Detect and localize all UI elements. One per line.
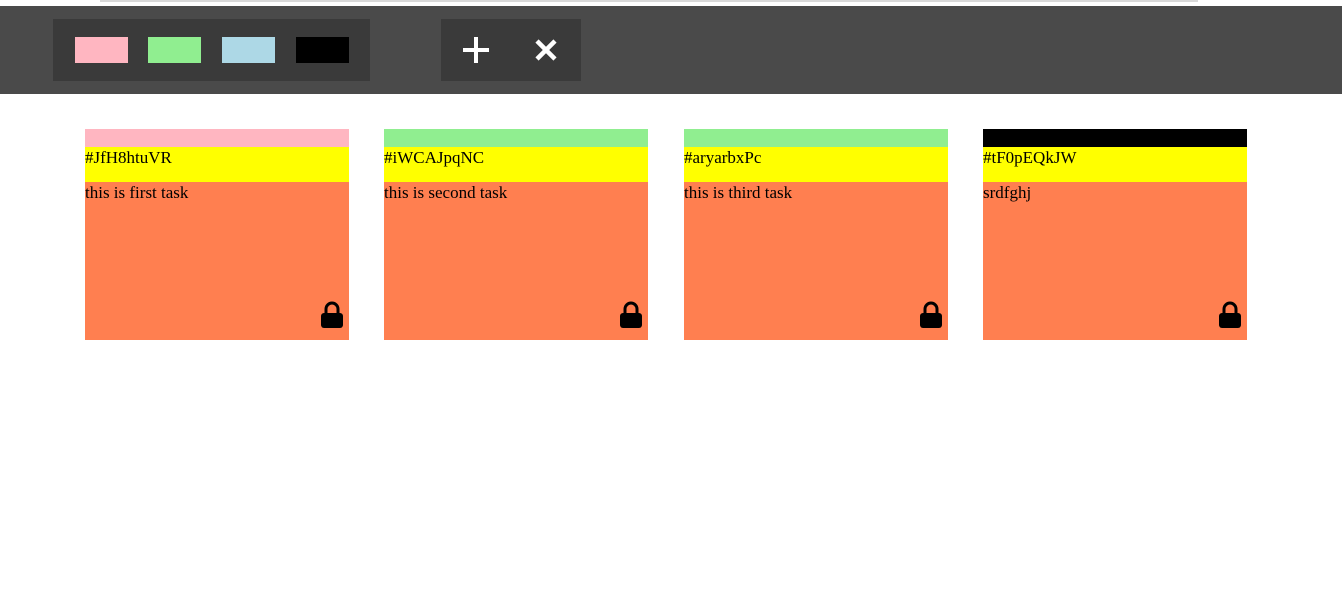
color-swatch-lightgreen[interactable]	[148, 37, 201, 63]
ticket[interactable]: #aryarbxPc this is third task	[684, 129, 948, 340]
top-border-line	[100, 0, 1198, 2]
plus-icon	[463, 37, 489, 63]
color-palette	[53, 19, 370, 81]
close-icon	[535, 39, 557, 61]
ticket-task[interactable]: this is first task	[85, 182, 349, 302]
ticket-task[interactable]: this is third task	[684, 182, 948, 302]
ticket-id: #tF0pEQkJW	[983, 147, 1247, 182]
color-swatch-black[interactable]	[296, 37, 349, 63]
color-swatch-lightblue[interactable]	[222, 37, 275, 63]
add-button[interactable]	[441, 19, 511, 81]
lock-icon[interactable]	[919, 301, 943, 329]
ticket-color-bar[interactable]	[684, 129, 948, 147]
ticket[interactable]: #tF0pEQkJW srdfghj	[983, 129, 1247, 340]
color-swatch-pink[interactable]	[75, 37, 128, 63]
ticket-id: #JfH8htuVR	[85, 147, 349, 182]
lock-icon[interactable]	[320, 301, 344, 329]
ticket-color-bar[interactable]	[983, 129, 1247, 147]
remove-button[interactable]	[511, 19, 581, 81]
ticket-task[interactable]: srdfghj	[983, 182, 1247, 302]
ticket-id: #aryarbxPc	[684, 147, 948, 182]
ticket-id: #iWCAJpqNC	[384, 147, 648, 182]
tickets-container: #JfH8htuVR this is first task #iWCAJpqNC…	[0, 129, 1342, 340]
ticket-task[interactable]: this is second task	[384, 182, 648, 302]
ticket[interactable]: #JfH8htuVR this is first task	[85, 129, 349, 340]
lock-icon[interactable]	[619, 301, 643, 329]
action-group	[441, 19, 581, 81]
ticket-color-bar[interactable]	[384, 129, 648, 147]
ticket[interactable]: #iWCAJpqNC this is second task	[384, 129, 648, 340]
ticket-color-bar[interactable]	[85, 129, 349, 147]
lock-icon[interactable]	[1218, 301, 1242, 329]
toolbar	[0, 6, 1342, 94]
